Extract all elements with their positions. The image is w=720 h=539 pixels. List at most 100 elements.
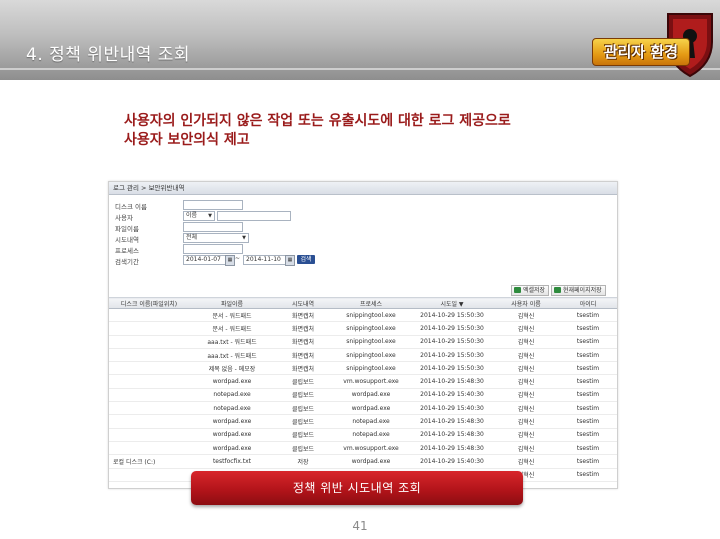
- breadcrumb: 로그 관리 > 보안위반내역: [109, 182, 617, 195]
- cell-attempt: 클립보드: [275, 401, 331, 416]
- cell-file: 문서 - 워드패드: [189, 308, 275, 323]
- header-divider: [0, 68, 720, 70]
- cell-id: tsestim: [559, 401, 617, 416]
- attempt-select[interactable]: 전체 ▼: [183, 233, 249, 243]
- cell-date: 2014-10-29 15:48:30: [411, 374, 493, 389]
- cell-process: notepad.exe: [331, 414, 411, 429]
- cell-attempt: 클립보드: [275, 428, 331, 442]
- user-input[interactable]: [217, 211, 291, 221]
- cell-id: tsestim: [559, 441, 617, 456]
- search-form: 디스크 이름 사용자 이름 ▼ 파일이름 시도내역 전체 ▼ 프로세스 검색기간 2…: [113, 200, 413, 266]
- table-row[interactable]: wordpad.exe 클립보드 vm.wosupport.exe 2014-10-2…: [109, 441, 617, 456]
- violation-log-table: 디스크 이름(파일위치) 파일이름 시도내역 프로세스 시도일 ▼ 사용자 이름…: [109, 297, 617, 482]
- cell-id: tsestim: [559, 454, 617, 469]
- calendar-icon[interactable]: ▦: [225, 255, 235, 266]
- cell-disk: 로컬 디스크 (C:): [109, 454, 189, 469]
- table-row[interactable]: aaa.txt - 워드패드 화면캡처 snippingtool.exe 2014-1…: [109, 335, 617, 349]
- table-row[interactable]: 제목 없음 - 메모장 화면캡처 snippingtool.exe 2014-10-2…: [109, 361, 617, 376]
- excel-icon: [554, 287, 561, 293]
- cell-user: 김혁신: [493, 414, 559, 429]
- cell-date: 2014-10-29 15:50:30: [411, 335, 493, 349]
- cell-process: vm.wosupport.exe: [331, 441, 411, 456]
- cell-process: snippingtool.exe: [331, 308, 411, 323]
- cell-date: 2014-10-29 15:48:30: [411, 428, 493, 442]
- table-row[interactable]: wordpad.exe 클립보드 notepad.exe 2014-10-29 15:…: [109, 414, 617, 429]
- cell-attempt: 클립보드: [275, 374, 331, 389]
- cell-user: 김혁신: [493, 428, 559, 442]
- date-from-input[interactable]: 2014-01-07: [183, 255, 227, 265]
- cell-file: wordpad.exe: [189, 441, 275, 456]
- table-row[interactable]: 문서 - 워드패드 화면캡처 snippingtool.exe 2014-10-29 …: [109, 321, 617, 336]
- col-header-id[interactable]: 아이디: [559, 297, 617, 309]
- cell-date: 2014-10-29 15:40:30: [411, 388, 493, 403]
- cell-user: 김혁신: [493, 374, 559, 389]
- cell-user: 김혁신: [493, 335, 559, 349]
- process-input[interactable]: [183, 244, 243, 254]
- cell-file: wordpad.exe: [189, 374, 275, 389]
- calendar-icon[interactable]: ▦: [285, 255, 295, 266]
- table-row[interactable]: wordpad.exe 클립보드 vm.wosupport.exe 2014-10-2…: [109, 374, 617, 389]
- cell-date: 2014-10-29 15:48:30: [411, 414, 493, 429]
- cell-date: 2014-10-29 15:50:30: [411, 361, 493, 376]
- cell-date: 2014-10-29 15:40:30: [411, 454, 493, 469]
- cell-file: notepad.exe: [189, 388, 275, 403]
- excel-save-button[interactable]: 엑셀저장: [511, 285, 550, 296]
- policy-violation-query-button[interactable]: 정책 위반 시도내역 조회: [191, 471, 523, 505]
- file-label: 파일이름: [115, 225, 139, 233]
- cell-disk: [109, 321, 189, 336]
- cell-disk: [109, 348, 189, 363]
- cell-id: tsestim: [559, 308, 617, 323]
- col-header-attempt[interactable]: 시도내역: [275, 297, 331, 309]
- file-input[interactable]: [183, 222, 243, 232]
- table-row[interactable]: 문서 - 워드패드 화면캡처 snippingtool.exe 2014-10-29 …: [109, 308, 617, 323]
- cell-process: snippingtool.exe: [331, 321, 411, 336]
- cell-date: 2014-10-29 15:50:30: [411, 321, 493, 336]
- cell-id: tsestim: [559, 468, 617, 482]
- col-header-user[interactable]: 사용자 이름: [493, 297, 559, 309]
- disk-label: 디스크 이름: [115, 203, 147, 211]
- cell-id: tsestim: [559, 348, 617, 363]
- slide-title: 4. 정책 위반내역 조회: [26, 45, 191, 65]
- table-row[interactable]: aaa.txt - 워드패드 화면캡처 snippingtool.exe 2014-1…: [109, 348, 617, 363]
- cell-file: 문서 - 워드패드: [189, 321, 275, 336]
- cell-file: notepad.exe: [189, 401, 275, 416]
- cell-process: vm.wosupport.exe: [331, 374, 411, 389]
- table-row[interactable]: notepad.exe클립보드wordpad.exe2014-10-29 15:…: [109, 388, 617, 403]
- cell-attempt: 화면캡처: [275, 335, 331, 349]
- cell-date: 2014-10-29 15:48:30: [411, 441, 493, 456]
- cell-attempt: 클립보드: [275, 388, 331, 403]
- table-row[interactable]: notepad.exe클립보드wordpad.exe2014-10-29 15:…: [109, 401, 617, 416]
- user-field-select[interactable]: 이름 ▼: [183, 211, 215, 221]
- cell-process: wordpad.exe: [331, 388, 411, 403]
- date-to-input[interactable]: 2014-11-10: [243, 255, 287, 265]
- cell-disk: [109, 428, 189, 442]
- col-header-file[interactable]: 파일이름: [189, 297, 275, 309]
- cell-attempt: 화면캡처: [275, 348, 331, 363]
- col-header-disk[interactable]: 디스크 이름(파일위치): [109, 297, 189, 309]
- excel-icon: [514, 287, 521, 293]
- cell-user: 김혁신: [493, 388, 559, 403]
- cell-user: 김혁신: [493, 321, 559, 336]
- intro-line-2: 사용자 보안의식 제고: [124, 132, 250, 148]
- cell-id: tsestim: [559, 321, 617, 336]
- excel-page-save-button[interactable]: 현재페이지저장: [551, 285, 606, 296]
- col-header-process[interactable]: 프로세스: [331, 297, 411, 309]
- cell-date: 2014-10-29 15:40:30: [411, 401, 493, 416]
- intro-line-1: 사용자의 인가되지 않은 작업 또는 유출시도에 대한 로그 제공으로: [124, 113, 511, 129]
- search-button[interactable]: 검색: [297, 255, 315, 264]
- table-row[interactable]: wordpad.exe 클립보드 notepad.exe 2014-10-29 15:…: [109, 428, 617, 442]
- cell-file: 제목 없음 - 메모장: [189, 361, 275, 376]
- cell-id: tsestim: [559, 335, 617, 349]
- cell-file: aaa.txt - 워드패드: [189, 335, 275, 349]
- table-row[interactable]: 로컬 디스크 (C:) testfocfix.txt 저장 wordpad.exe 20…: [109, 454, 617, 469]
- cell-id: tsestim: [559, 388, 617, 403]
- cell-attempt: 화면캡처: [275, 308, 331, 323]
- cell-date: 2014-10-29 15:50:30: [411, 348, 493, 363]
- col-header-date[interactable]: 시도일 ▼: [411, 297, 493, 309]
- chevron-down-icon: ▼: [208, 213, 212, 219]
- cell-disk: [109, 308, 189, 323]
- cell-disk: [109, 401, 189, 416]
- cell-id: tsestim: [559, 414, 617, 429]
- disk-input[interactable]: [183, 200, 243, 210]
- cell-file: wordpad.exe: [189, 428, 275, 442]
